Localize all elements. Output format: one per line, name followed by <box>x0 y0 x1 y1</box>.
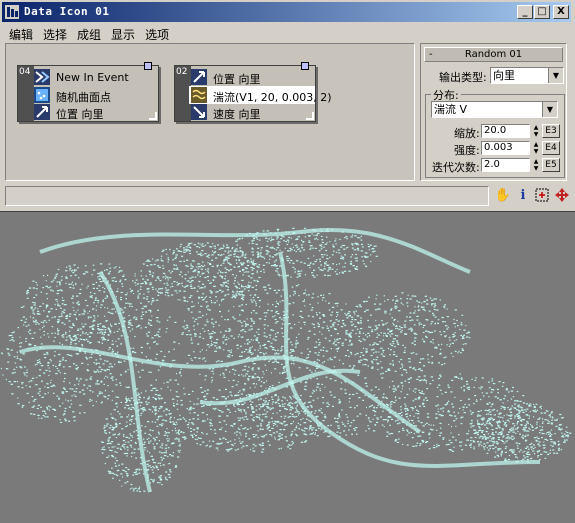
resize-corner[interactable] <box>149 112 157 120</box>
scale-spinner[interactable]: ▲ ▼ <box>532 124 540 138</box>
strength-spinner[interactable]: ▲ ▼ <box>532 141 540 155</box>
chevron-down-icon: ▼ <box>542 102 557 117</box>
info-icon[interactable]: i <box>514 187 532 205</box>
status-bar <box>5 186 489 206</box>
turbulence-icon <box>191 87 207 103</box>
strength-label: 强度: <box>454 144 480 157</box>
collapse-icon: - <box>429 49 433 60</box>
event-02[interactable]: 02 位置 向里 湍流(V1, 20, 0.003, 2) 速度 向里 <box>174 62 332 122</box>
resize-corner[interactable] <box>306 112 314 120</box>
operator-row[interactable]: 速度 向里 <box>189 103 315 121</box>
region-zoom-icon[interactable] <box>533 187 551 205</box>
operator-label: 位置 向里 <box>213 73 261 86</box>
chevron-down-icon: ▼ <box>548 68 563 83</box>
operator-row[interactable]: New In Event <box>32 68 158 86</box>
hand-pan-icon[interactable]: ✋ <box>494 187 512 205</box>
menu-options[interactable]: 选项 <box>140 24 174 45</box>
iterations-field[interactable]: 2.0 <box>481 158 530 172</box>
birth-event-icon <box>34 69 50 85</box>
menu-group[interactable]: 成组 <box>72 24 106 45</box>
operator-row[interactable]: 位置 向里 <box>32 103 158 121</box>
iterations-key-button[interactable]: E5 <box>542 158 560 172</box>
operator-label: New In Event <box>56 71 129 84</box>
close-button[interactable]: X <box>553 5 569 19</box>
operator-row-selected[interactable]: 湍流(V1, 20, 0.003, 2) <box>189 86 332 104</box>
position-facing-icon <box>191 69 207 85</box>
particle-cloud <box>0 227 572 493</box>
minimize-button[interactable]: _ <box>517 5 533 19</box>
rollout-title: Random 01 <box>464 49 523 60</box>
iterations-label: 迭代次数: <box>432 161 480 174</box>
output-type-dropdown[interactable]: 向里 ▼ <box>490 67 564 84</box>
maximize-button[interactable]: □ <box>534 5 550 19</box>
speed-facing-icon <box>191 104 207 120</box>
event-number: 02 <box>176 67 188 77</box>
distribution-dropdown[interactable]: 湍流 V ▼ <box>431 101 558 118</box>
window-title: Data Icon 01 <box>24 5 110 18</box>
position-facing-icon <box>34 104 50 120</box>
data-icon-window: Data Icon 01 _ □ X 编辑 选择 成组 显示 选项 04 New In … <box>0 0 575 212</box>
strength-field[interactable]: 0.003 <box>481 141 530 155</box>
event-number: 04 <box>19 67 31 77</box>
operator-row[interactable]: 随机曲面点 <box>32 86 158 104</box>
strength-key-button[interactable]: E4 <box>542 141 560 155</box>
scale-label: 缩放: <box>454 127 480 140</box>
scale-field[interactable]: 20.0 <box>481 124 530 138</box>
operator-label: 速度 向里 <box>213 108 261 121</box>
operator-row[interactable]: 位置 向里 <box>189 68 315 86</box>
output-type-label: 输出类型: <box>439 71 487 84</box>
distribution-value: 湍流 V <box>434 103 468 116</box>
event-canvas[interactable]: 04 New In Event 随机曲面点 位置 向里 02 位置 向里 湍流(… <box>5 43 415 181</box>
event-04[interactable]: 04 New In Event 随机曲面点 位置 向里 <box>17 62 159 122</box>
menu-bar: 编辑 选择 成组 显示 选项 <box>4 24 174 42</box>
rollout-header[interactable]: - Random 01 <box>424 47 563 62</box>
scale-key-button[interactable]: E3 <box>542 124 560 138</box>
title-bar[interactable]: Data Icon 01 _ □ X <box>2 2 571 22</box>
operator-label: 位置 向里 <box>56 108 104 121</box>
menu-edit[interactable]: 编辑 <box>4 24 38 45</box>
menu-select[interactable]: 选择 <box>38 24 72 45</box>
menu-display[interactable]: 显示 <box>106 24 140 45</box>
surface-position-icon <box>34 87 50 103</box>
iterations-spinner[interactable]: ▲ ▼ <box>532 158 540 172</box>
viewport-3d[interactable] <box>0 212 575 520</box>
move-icon[interactable] <box>553 187 571 205</box>
app-icon <box>5 5 19 19</box>
output-type-value: 向里 <box>493 69 515 82</box>
